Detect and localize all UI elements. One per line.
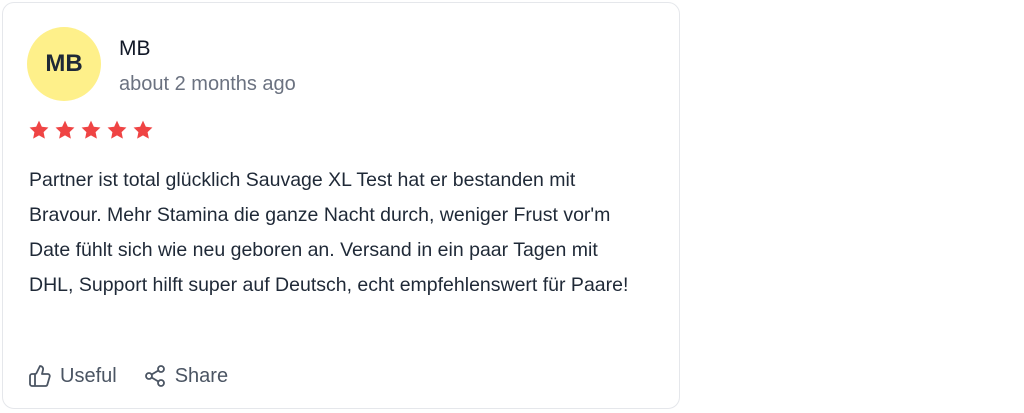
review-text: Partner ist total glücklich Sauvage XL T… (29, 169, 629, 296)
star-icon (81, 120, 101, 139)
star-icon (133, 120, 153, 139)
star-rating (28, 119, 154, 141)
star-icon (29, 120, 49, 139)
useful-button[interactable]: Useful (28, 361, 117, 391)
star-icon (55, 120, 75, 139)
avatar-initials: MB (45, 50, 83, 77)
avatar: MB (27, 27, 101, 101)
reviewer-name: MB (119, 37, 151, 60)
share-icon (144, 365, 165, 387)
useful-label: Useful (60, 365, 117, 387)
review-time: about 2 months ago (119, 73, 296, 95)
review-card: MB MB about 2 months ago Partner ist tot… (2, 2, 680, 409)
star-icon (107, 120, 127, 139)
thumbs-up-icon (29, 365, 51, 387)
share-button[interactable]: Share (143, 361, 228, 391)
share-label: Share (174, 365, 229, 387)
review-actions: Useful Share (28, 361, 228, 391)
